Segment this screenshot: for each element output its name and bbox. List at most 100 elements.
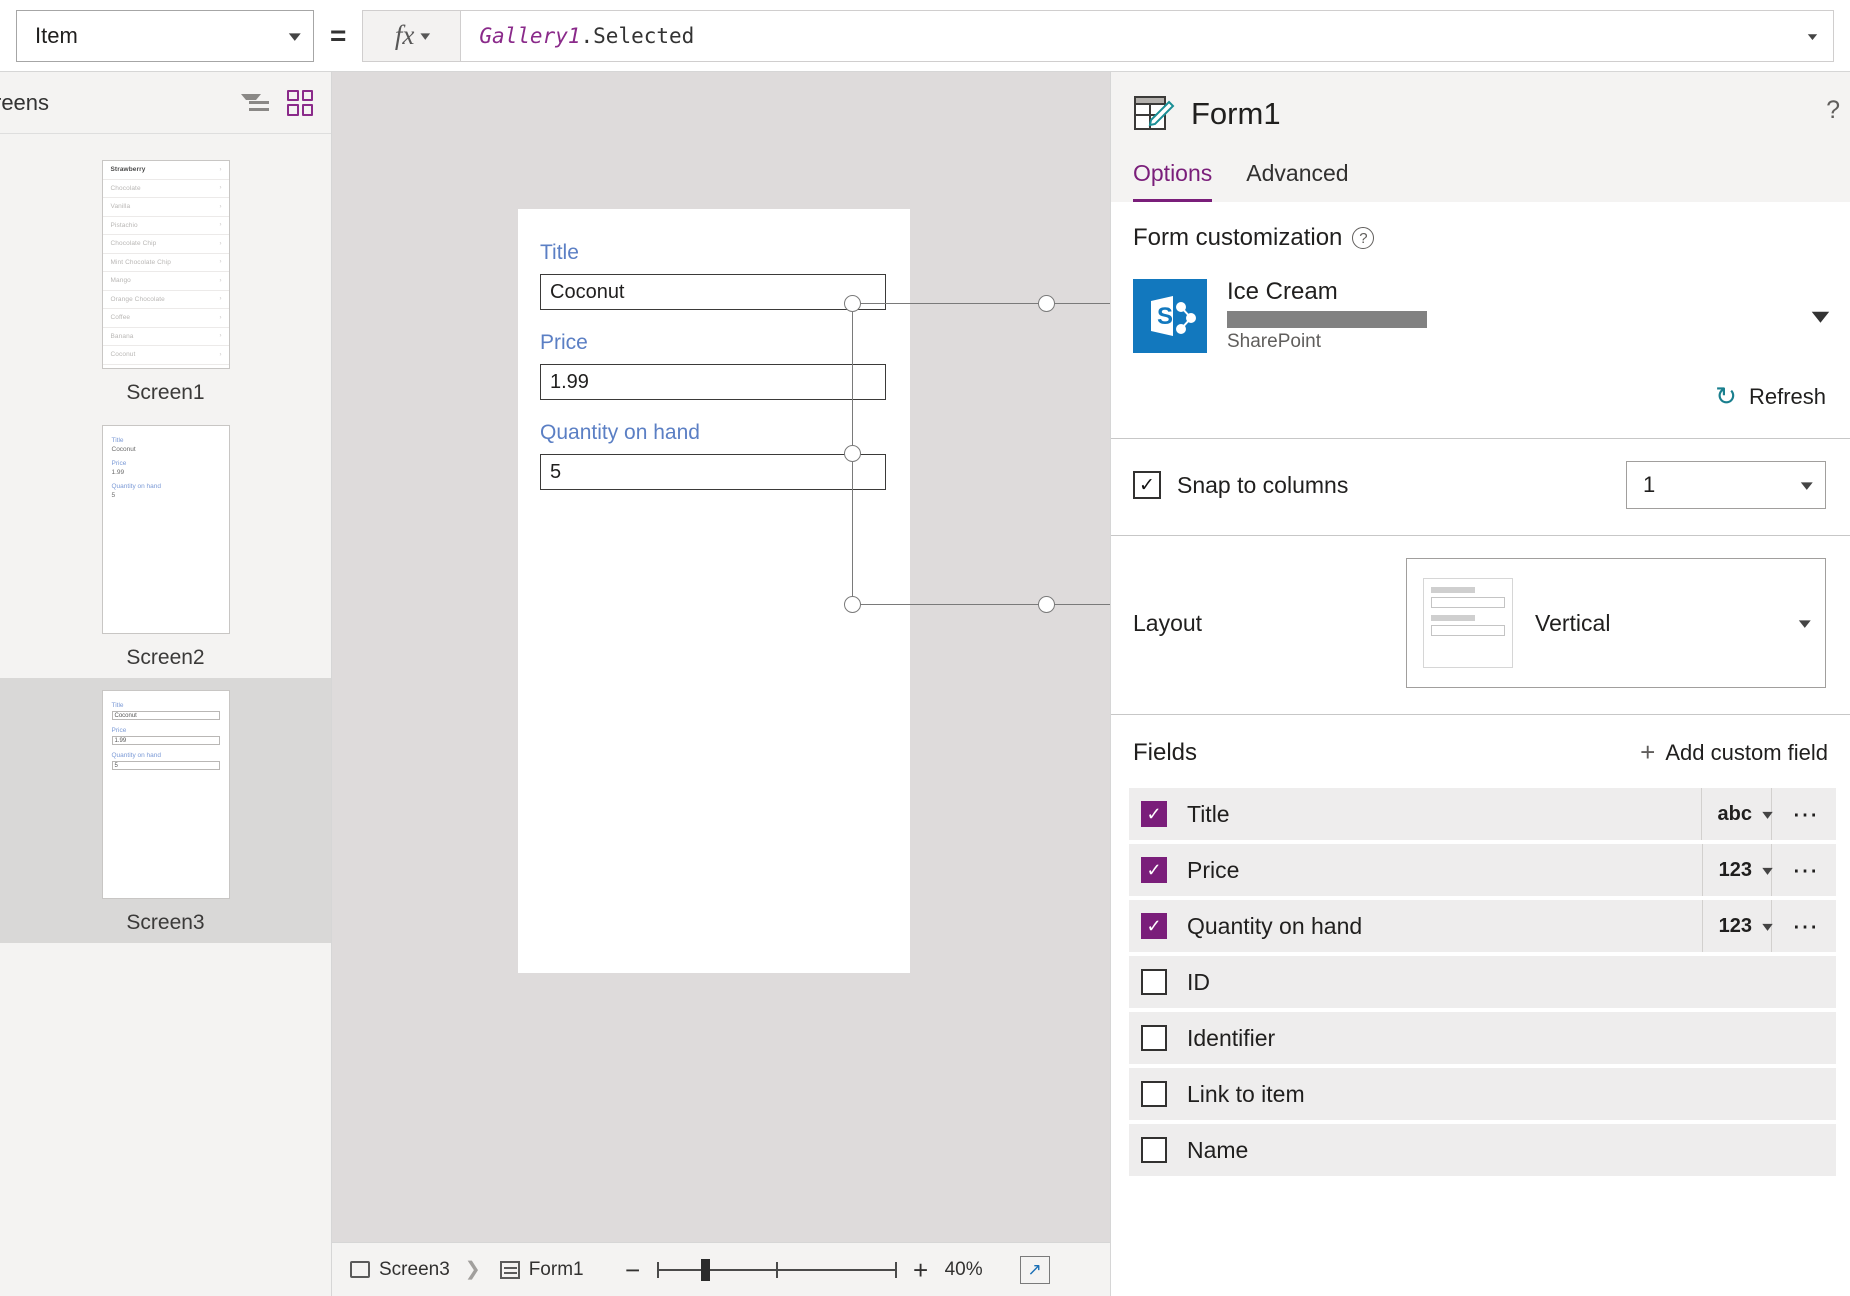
field-checkbox[interactable] <box>1141 969 1167 995</box>
property-select-value: Item <box>35 22 78 48</box>
screen-item-screen2[interactable]: Title Coconut Price 1.99 Quantity on han… <box>0 413 331 678</box>
fx-button[interactable]: fx ▾ <box>362 9 461 62</box>
zoom-slider[interactable] <box>656 1258 897 1281</box>
field-more-options-button[interactable]: ⋯ <box>1771 900 1836 952</box>
zoom-in-button[interactable]: + <box>910 1257 932 1283</box>
chevron-right-icon: › <box>219 185 222 192</box>
resize-handle-bottom-center[interactable] <box>1038 596 1055 613</box>
refresh-label: Refresh <box>1748 383 1826 409</box>
field-checkbox[interactable] <box>1141 1137 1167 1163</box>
gallery-row-label: Chocolate <box>110 184 141 192</box>
formula-expand-icon[interactable]: ▾ <box>1805 27 1819 45</box>
field-more-options-button[interactable]: ⋯ <box>1771 788 1836 840</box>
form-input-price[interactable]: 1.99 <box>540 364 886 400</box>
columns-select[interactable]: 1 ▾ <box>1626 461 1826 509</box>
field-name: Identifier <box>1187 1024 1276 1051</box>
chevron-down-icon[interactable]: ▾ <box>1812 303 1830 329</box>
zoom-out-button[interactable]: − <box>622 1257 644 1283</box>
tree-view-icon[interactable] <box>241 92 269 114</box>
help-icon[interactable]: ? <box>1826 96 1840 125</box>
gallery-row: Coffee › <box>102 309 229 328</box>
tab-advanced[interactable]: Advanced <box>1246 160 1348 202</box>
breadcrumb-screen[interactable]: Screen3 <box>379 1259 450 1281</box>
chevron-right-icon: › <box>219 314 222 321</box>
field-checkbox[interactable]: ✓ <box>1141 913 1167 939</box>
fit-to-screen-button[interactable]: ↗ <box>1019 1255 1050 1284</box>
mini-field-input: 1.99 <box>111 736 220 745</box>
field-checkbox[interactable] <box>1141 1025 1167 1051</box>
resize-handle-top-center[interactable] <box>1038 295 1055 312</box>
refresh-button[interactable]: ↻ Refresh <box>1133 381 1826 412</box>
fields-title: Fields <box>1133 738 1198 766</box>
zoom-slider-thumb[interactable] <box>700 1258 710 1281</box>
gallery-row-label: Banana <box>110 332 134 340</box>
resize-handle-bottom-left[interactable] <box>844 596 861 613</box>
power-apps-studio: Item ▾ = fx ▾ Gallery1.Selected ▾ reens <box>0 0 1850 1296</box>
field-type-select[interactable]: 123 ▾ <box>1701 844 1773 896</box>
snap-to-columns-checkbox[interactable]: ✓ <box>1133 471 1161 499</box>
info-icon[interactable]: ? <box>1352 227 1375 249</box>
field-checkbox[interactable]: ✓ <box>1141 801 1167 827</box>
screens-panel-title: reens <box>0 89 50 115</box>
screen-canvas[interactable]: Title Coconut Price 1.99 Quantity on han… <box>518 209 910 973</box>
layout-preview-icon <box>1423 578 1513 668</box>
mini-field-label: Quantity on hand <box>111 752 162 759</box>
field-type-select[interactable]: 123 ▾ <box>1701 900 1773 952</box>
gallery-row-label: Vanilla <box>110 203 131 211</box>
form-input-quantity[interactable]: 5 <box>540 454 886 490</box>
field-type-select[interactable]: abc ▾ <box>1700 788 1773 840</box>
resize-handle-top-left[interactable] <box>844 295 861 312</box>
breadcrumb-control[interactable]: Form1 <box>529 1259 584 1281</box>
add-custom-field-button[interactable]: + Add custom field <box>1640 737 1828 768</box>
mini-field-value: Coconut <box>111 446 136 453</box>
screen-item-screen1[interactable]: Strawberry › Chocolate › Vanilla › Pista… <box>0 148 331 413</box>
gallery-row: Banana › <box>102 328 229 346</box>
formula-input[interactable]: Gallery1.Selected ▾ <box>460 9 1834 62</box>
plus-icon: + <box>1640 737 1656 767</box>
snap-to-columns-section: ✓ Snap to columns 1 ▾ <box>1111 439 1850 536</box>
grid-view-icon[interactable] <box>287 89 313 116</box>
layout-select[interactable]: Vertical ▾ <box>1406 558 1826 688</box>
form-label-title: Title <box>540 241 579 264</box>
chevron-down-icon: ▾ <box>1799 615 1812 632</box>
canvas-area[interactable]: Title Coconut Price 1.99 Quantity on han… <box>332 72 1249 1296</box>
formula-object: Gallery1 <box>479 23 581 48</box>
screens-list: Strawberry › Chocolate › Vanilla › Pista… <box>0 134 331 943</box>
data-source-name: Ice Cream <box>1227 278 1338 305</box>
formula-property: .Selected <box>580 23 695 48</box>
mini-field-value: 5 <box>111 492 116 499</box>
screen-item-screen3[interactable]: Title Coconut Price 1.99 Quantity on han… <box>0 678 331 943</box>
field-row-identifier[interactable]: Identifier <box>1129 1012 1836 1064</box>
gallery-row-label: Orange Chocolate <box>110 295 165 303</box>
section-title-text: Form customization <box>1133 224 1343 251</box>
field-name: ID <box>1187 968 1210 995</box>
form-icon <box>499 1260 520 1279</box>
screen1-label: Screen1 <box>126 381 205 404</box>
field-name: Title <box>1187 800 1230 827</box>
field-row-link-to-item[interactable]: Link to item <box>1129 1068 1836 1120</box>
field-checkbox[interactable] <box>1141 1081 1167 1107</box>
mini-field-label: Quantity on hand <box>111 483 162 490</box>
field-more-options-button[interactable]: ⋯ <box>1771 844 1836 896</box>
fx-icon: fx <box>394 20 415 50</box>
field-row-title[interactable]: ✓ Title abc ▾ ⋯ <box>1129 788 1836 840</box>
field-row-price[interactable]: ✓ Price 123 ▾ ⋯ <box>1129 844 1836 896</box>
mini-field-label: Price <box>111 460 127 467</box>
resize-handle-middle-left[interactable] <box>844 445 861 462</box>
field-row-quantity-on-hand[interactable]: ✓ Quantity on hand 123 ▾ ⋯ <box>1129 900 1836 952</box>
field-row-name[interactable]: Name <box>1129 1124 1836 1176</box>
breadcrumb-separator: ❯ <box>464 1259 481 1280</box>
tab-options[interactable]: Options <box>1133 160 1213 202</box>
layout-label: Layout <box>1133 609 1203 636</box>
field-row-id[interactable]: ID <box>1129 956 1836 1008</box>
formula-bar: Item ▾ = fx ▾ Gallery1.Selected ▾ <box>0 0 1850 72</box>
zoom-level-label: 40% <box>944 1258 983 1280</box>
mini-field-value: 1.99 <box>111 469 125 476</box>
properties-tabs: Options Advanced <box>1133 160 1850 202</box>
screen3-thumbnail: Title Coconut Price 1.99 Quantity on han… <box>101 690 230 899</box>
mini-field-label: Title <box>111 437 124 444</box>
field-checkbox[interactable]: ✓ <box>1141 857 1167 883</box>
property-select[interactable]: Item ▾ <box>16 9 314 62</box>
data-source-row[interactable]: S Ice Cream SharePoint ▾ <box>1133 278 1829 353</box>
form-input-title[interactable]: Coconut <box>540 274 886 310</box>
